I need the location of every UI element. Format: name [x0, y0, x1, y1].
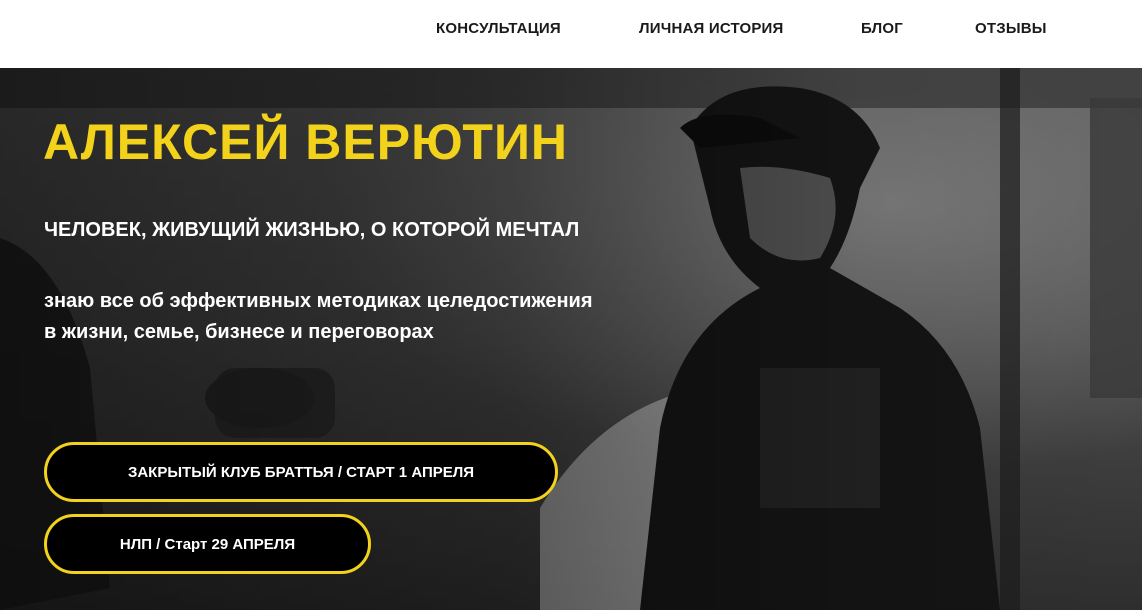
- hero-title: АЛЕКСЕЙ ВЕРЮТИН: [43, 114, 569, 170]
- hero-description-line-1: знаю все об эффективных методиках целедо…: [44, 290, 593, 312]
- nav-item-personal-story[interactable]: ЛИЧНАЯ ИСТОРИЯ: [639, 20, 784, 37]
- nav-item-reviews[interactable]: ОТЗЫВЫ: [975, 20, 1047, 37]
- hero-description-line-2: в жизни, семье, бизнесе и переговорах: [44, 321, 434, 343]
- hero-subtitle: ЧЕЛОВЕК, ЖИВУЩИЙ ЖИЗНЬЮ, О КОТОРОЙ МЕЧТА…: [44, 219, 580, 241]
- hero-description: знаю все об эффективных методиках целедо…: [44, 286, 593, 348]
- nlp-course-button[interactable]: НЛП / Старт 29 АПРЕЛЯ: [44, 514, 371, 574]
- nav-item-consultation[interactable]: КОНСУЛЬТАЦИЯ: [436, 20, 561, 37]
- nav-item-blog[interactable]: БЛОГ: [861, 20, 903, 37]
- top-navigation-bar: КОНСУЛЬТАЦИЯ ЛИЧНАЯ ИСТОРИЯ БЛОГ ОТЗЫВЫ: [0, 0, 1142, 68]
- closed-club-button[interactable]: ЗАКРЫТЫЙ КЛУБ БРАТТЬЯ / СТАРТ 1 АПРЕЛЯ: [44, 442, 558, 502]
- hero-section: АЛЕКСЕЙ ВЕРЮТИН ЧЕЛОВЕК, ЖИВУЩИЙ ЖИЗНЬЮ,…: [0, 68, 1142, 610]
